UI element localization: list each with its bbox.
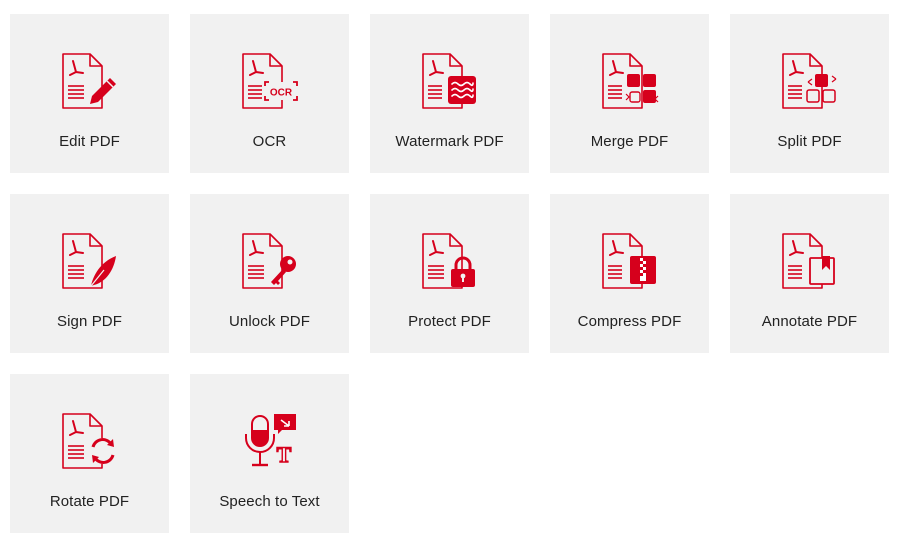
tool-sign-pdf[interactable]: Sign PDF (10, 194, 169, 353)
tool-annotate-pdf[interactable]: Annotate PDF (730, 194, 889, 353)
tool-label: Unlock PDF (228, 313, 311, 330)
annotate-pdf-icon (780, 232, 840, 294)
tool-label: Rotate PDF (49, 493, 130, 510)
tool-label: Speech to Text (219, 493, 320, 510)
tool-rotate-pdf[interactable]: Rotate PDF (10, 374, 169, 533)
tool-label: Compress PDF (577, 313, 682, 330)
protect-pdf-icon (420, 232, 480, 294)
tool-compress-pdf[interactable]: Compress PDF (550, 194, 709, 353)
tool-label: Watermark PDF (395, 133, 504, 150)
sign-pdf-icon (60, 232, 120, 294)
tool-label: Annotate PDF (761, 313, 858, 330)
speech-to-text-icon: T (240, 412, 300, 474)
unlock-pdf-icon (240, 232, 300, 294)
tool-label: Sign PDF (57, 313, 122, 330)
tool-merge-pdf[interactable]: Merge PDF (550, 14, 709, 173)
tools-grid: Edit PDF OCR OCR Watermark PDF Merge PDF… (10, 14, 890, 533)
tool-label: OCR (252, 133, 287, 150)
split-pdf-icon (780, 52, 840, 114)
edit-pdf-icon (60, 52, 120, 114)
tool-label: Protect PDF (408, 313, 491, 330)
watermark-pdf-icon (420, 52, 480, 114)
svg-text:T: T (276, 442, 291, 467)
svg-text:OCR: OCR (269, 88, 292, 99)
tool-label: Split PDF (777, 133, 842, 150)
tool-ocr[interactable]: OCR OCR (190, 14, 349, 173)
tool-speech-to-text[interactable]: T Speech to Text (190, 374, 349, 533)
tool-split-pdf[interactable]: Split PDF (730, 14, 889, 173)
tool-protect-pdf[interactable]: Protect PDF (370, 194, 529, 353)
tool-unlock-pdf[interactable]: Unlock PDF (190, 194, 349, 353)
compress-pdf-icon (600, 232, 660, 294)
tool-label: Edit PDF (59, 133, 120, 150)
ocr-icon: OCR (240, 52, 300, 114)
tool-watermark-pdf[interactable]: Watermark PDF (370, 14, 529, 173)
rotate-pdf-icon (60, 412, 120, 474)
merge-pdf-icon (600, 52, 660, 114)
microphone-icon (244, 415, 275, 467)
tool-label: Merge PDF (590, 133, 669, 150)
tool-edit-pdf[interactable]: Edit PDF (10, 14, 169, 173)
